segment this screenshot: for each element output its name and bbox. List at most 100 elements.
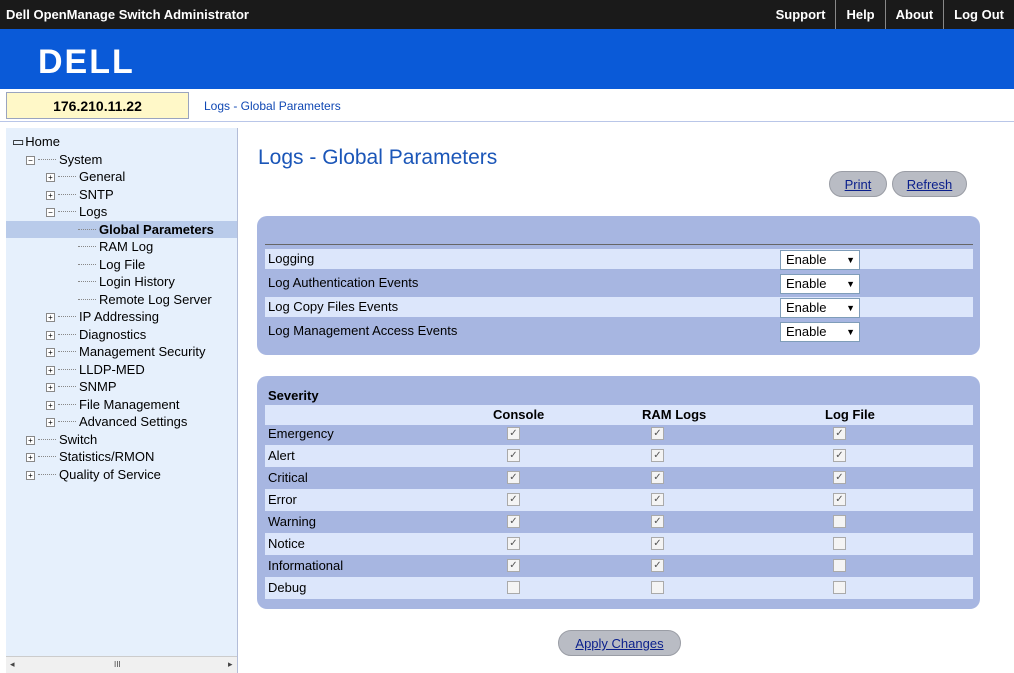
severity-label: Notice xyxy=(268,536,305,551)
warning-console-checkbox[interactable]: ✓ xyxy=(507,515,520,528)
log-copy-files-events-select[interactable]: Enable ▼ xyxy=(780,298,860,318)
expand-icon[interactable]: + xyxy=(46,383,55,392)
breadcrumb[interactable]: Logs - Global Parameters xyxy=(204,99,341,113)
expand-icon[interactable]: + xyxy=(46,365,55,375)
alert-console-checkbox[interactable]: ✓ xyxy=(507,449,520,462)
tree-connector xyxy=(58,176,76,177)
expand-icon[interactable]: + xyxy=(26,470,35,480)
sidebar-item-label: Switch xyxy=(59,431,98,447)
sidebar-item-sntp[interactable]: + SNTP xyxy=(6,186,237,203)
expand-icon[interactable]: + xyxy=(46,348,55,357)
app-title: Dell OpenManage Switch Administrator xyxy=(6,7,249,22)
apply-changes-button[interactable]: Apply Changes xyxy=(558,630,681,656)
informational-log-file-checkbox[interactable] xyxy=(833,559,846,572)
critical-log-file-checkbox[interactable]: ✓ xyxy=(833,471,846,484)
log-authentication-events-select[interactable]: Enable ▼ xyxy=(780,274,860,294)
expand-icon[interactable]: + xyxy=(26,435,35,445)
emergency-ram-logs-checkbox[interactable]: ✓ xyxy=(651,427,664,440)
sidebar-item-general[interactable]: + General xyxy=(6,168,237,185)
expand-icon[interactable]: + xyxy=(46,173,55,182)
select-value: Enable xyxy=(786,324,827,339)
sidebar-item-log-file[interactable]: Log File xyxy=(6,256,237,273)
notice-log-file-checkbox[interactable] xyxy=(833,537,846,550)
error-console-checkbox[interactable]: ✓ xyxy=(507,493,520,506)
sidebar-item-ip-addressing[interactable]: + IP Addressing xyxy=(6,308,237,325)
sidebar-item-system[interactable]: − System xyxy=(6,151,237,168)
expand-icon[interactable]: + xyxy=(46,313,55,322)
chevron-down-icon: ▼ xyxy=(846,327,855,337)
navigation-tree: ▭Home − System + General + SNTP − Logs Global Par… xyxy=(6,128,238,673)
informational-ram-logs-checkbox[interactable]: ✓ xyxy=(651,559,664,572)
tree-connector xyxy=(78,281,96,282)
sidebar-item-label: IP Addressing xyxy=(79,309,159,324)
informational-console-checkbox[interactable]: ✓ xyxy=(507,559,520,572)
sidebar-item-global-parameters[interactable]: Global Parameters xyxy=(6,220,237,238)
sidebar-item-advanced-settings[interactable]: + Advanced Settings xyxy=(6,413,237,430)
critical-ram-logs-checkbox[interactable]: ✓ xyxy=(651,471,664,484)
warning-log-file-checkbox[interactable] xyxy=(833,515,846,528)
sidebar-item-label: LLDP-MED xyxy=(79,361,145,377)
sidebar-item-label: System xyxy=(59,151,103,167)
expand-icon[interactable]: + xyxy=(46,418,55,427)
print-button[interactable]: Print xyxy=(829,171,887,197)
sidebar-item-quality-of-service[interactable]: + Quality of Service xyxy=(6,466,237,483)
column-header-console: Console xyxy=(493,407,545,422)
sidebar-item-snmp[interactable]: + SNMP xyxy=(6,378,237,395)
global-settings-panel: Logging Enable ▼ Log Authentication Events E… xyxy=(257,216,980,355)
ip-address-box: 176.210.11.22 xyxy=(6,92,189,119)
tree-connector xyxy=(58,316,76,317)
expand-icon[interactable]: + xyxy=(46,330,55,340)
severity-row-emergency: Emergency ✓ ✓ ✓ xyxy=(265,423,973,445)
severity-row-notice: Notice ✓ ✓ xyxy=(265,533,973,555)
sidebar-item-remote-log-server[interactable]: Remote Log Server xyxy=(6,291,237,308)
critical-console-checkbox[interactable]: ✓ xyxy=(507,471,520,484)
support-link[interactable]: Support xyxy=(766,0,836,29)
collapse-icon[interactable]: − xyxy=(26,155,35,165)
sidebar-item-ram-log[interactable]: RAM Log xyxy=(6,238,237,255)
sidebar-item-management-security[interactable]: + Management Security xyxy=(6,343,237,360)
about-link[interactable]: About xyxy=(884,0,944,29)
sidebar-item-diagnostics[interactable]: + Diagnostics xyxy=(6,326,237,343)
sidebar-item-file-management[interactable]: + File Management xyxy=(6,396,237,413)
help-link[interactable]: Help xyxy=(835,0,884,29)
debug-log-file-checkbox[interactable] xyxy=(833,581,846,594)
error-ram-logs-checkbox[interactable]: ✓ xyxy=(651,493,664,506)
alert-log-file-checkbox[interactable]: ✓ xyxy=(833,449,846,462)
horizontal-scrollbar[interactable]: ◂ III ▸ xyxy=(6,656,237,673)
logging-select[interactable]: Enable ▼ xyxy=(780,250,860,270)
scroll-left-icon[interactable]: ◂ xyxy=(10,659,15,670)
home-icon: ▭ xyxy=(12,134,25,149)
page-title: Logs - Global Parameters xyxy=(258,146,498,169)
sidebar-item-login-history[interactable]: Login History xyxy=(6,273,237,290)
alert-ram-logs-checkbox[interactable]: ✓ xyxy=(651,449,664,462)
severity-heading: Severity xyxy=(268,388,319,403)
sidebar-item-lldp-med[interactable]: + LLDP-MED xyxy=(6,361,237,378)
collapse-icon[interactable]: − xyxy=(46,208,55,217)
debug-console-checkbox[interactable] xyxy=(507,581,520,594)
scroll-right-icon[interactable]: ▸ xyxy=(228,659,233,670)
notice-console-checkbox[interactable]: ✓ xyxy=(507,537,520,550)
severity-row-critical: Critical ✓ ✓ ✓ xyxy=(265,467,973,489)
expand-icon[interactable]: + xyxy=(26,453,35,462)
top-nav: Support Help About Log Out xyxy=(766,0,1014,29)
scroll-thumb[interactable]: III xyxy=(114,660,121,669)
sidebar-item-switch[interactable]: + Switch xyxy=(6,431,237,448)
sidebar-item-logs[interactable]: − Logs xyxy=(6,203,237,220)
sidebar-item-home[interactable]: ▭Home xyxy=(6,133,237,150)
notice-ram-logs-checkbox[interactable]: ✓ xyxy=(651,537,664,550)
severity-label: Warning xyxy=(268,514,316,529)
setting-label: Logging xyxy=(268,251,315,266)
debug-ram-logs-checkbox[interactable] xyxy=(651,581,664,594)
error-log-file-checkbox[interactable]: ✓ xyxy=(833,493,846,506)
sidebar-item-label: Log File xyxy=(99,256,146,272)
refresh-button[interactable]: Refresh xyxy=(892,171,967,197)
emergency-log-file-checkbox[interactable]: ✓ xyxy=(833,427,846,440)
expand-icon[interactable]: + xyxy=(46,190,55,200)
emergency-console-checkbox[interactable]: ✓ xyxy=(507,427,520,440)
tree-connector xyxy=(58,403,76,405)
log-out-link[interactable]: Log Out xyxy=(943,0,1014,29)
sidebar-item-statistics-rmon[interactable]: + Statistics/RMON xyxy=(6,448,237,465)
log-management-access-events-select[interactable]: Enable ▼ xyxy=(780,322,860,342)
warning-ram-logs-checkbox[interactable]: ✓ xyxy=(651,515,664,528)
expand-icon[interactable]: + xyxy=(46,400,55,410)
